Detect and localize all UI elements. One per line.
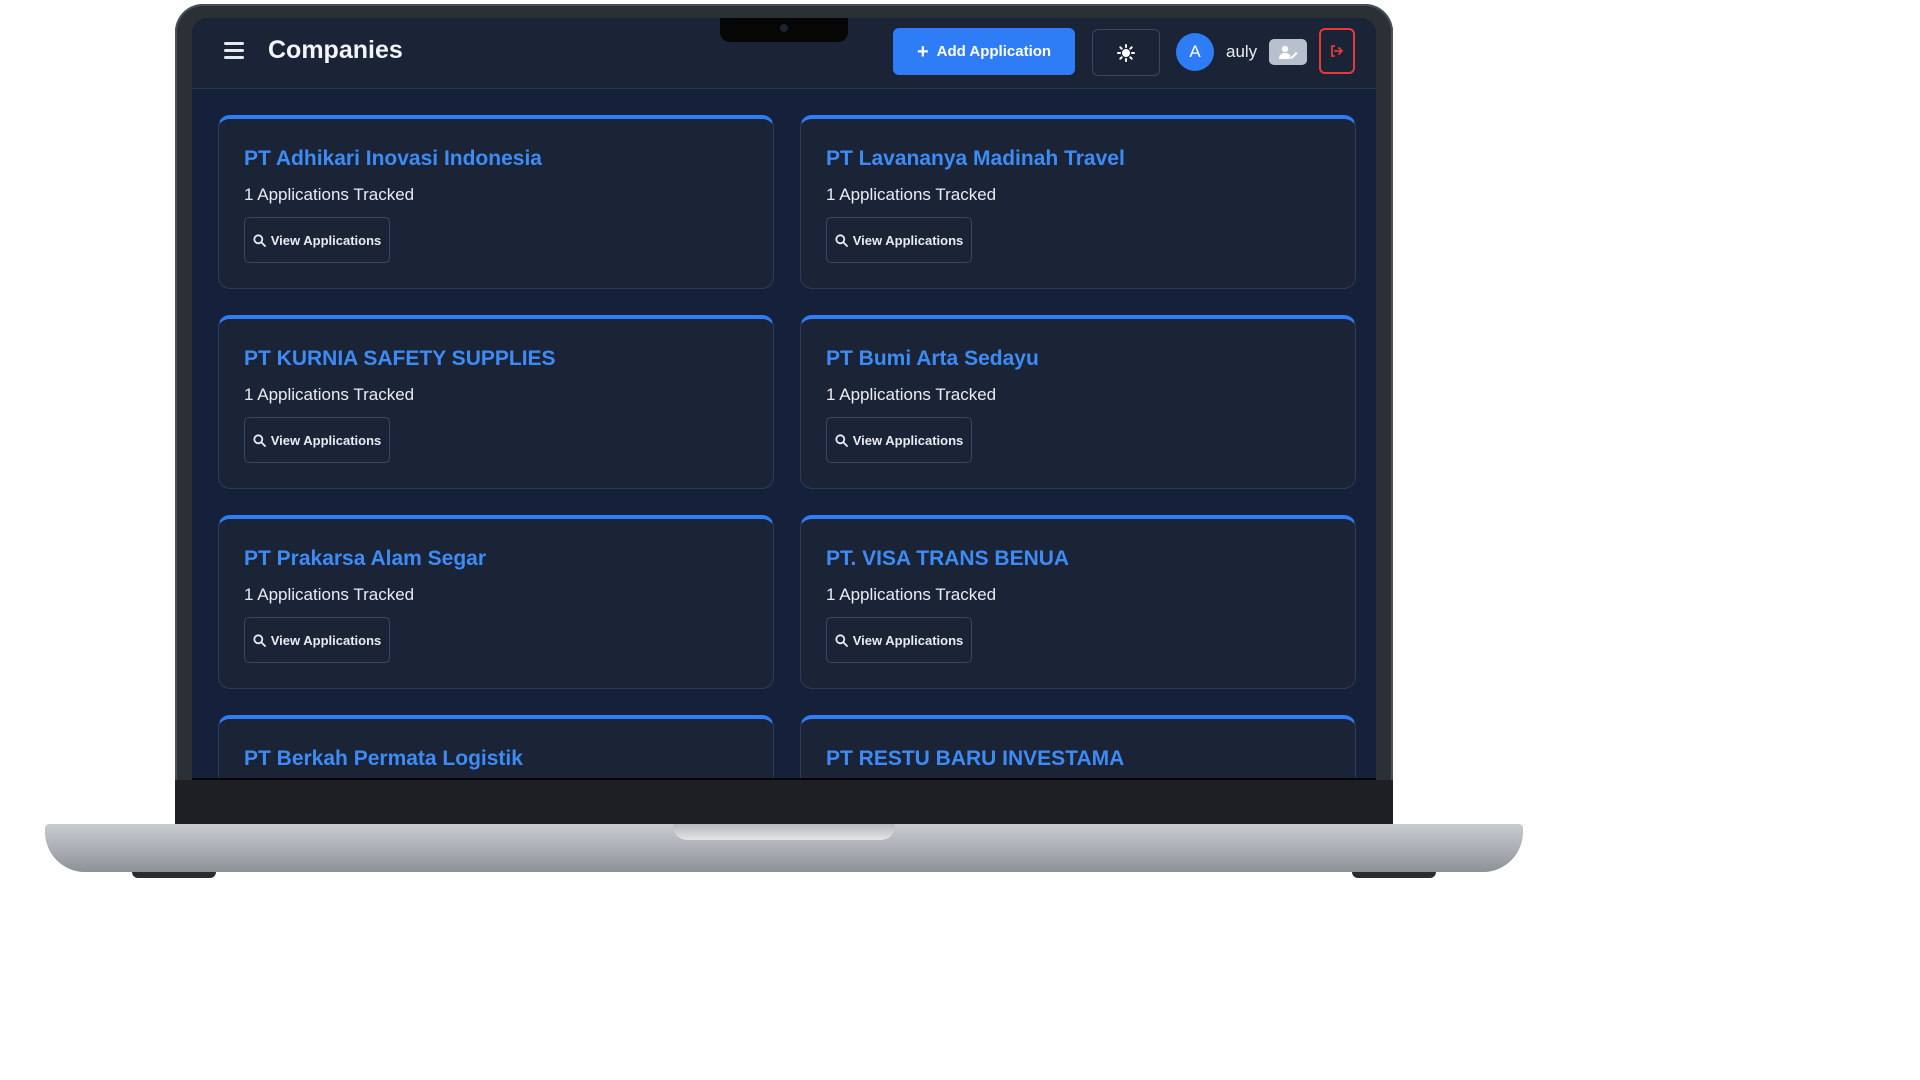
view-applications-label: View Applications	[270, 432, 382, 448]
hamburger-menu-icon[interactable]	[224, 42, 244, 60]
camera-notch	[720, 18, 848, 42]
laptop-base-notch	[673, 824, 895, 840]
view-applications-label: View Applications	[270, 632, 382, 648]
laptop-foot-left	[132, 872, 216, 878]
logout-button[interactable]	[1319, 28, 1355, 74]
add-application-button[interactable]: + Add Application	[893, 28, 1075, 75]
applications-count: 1 Applications Tracked	[244, 585, 415, 604]
view-applications-label: View Applications	[852, 632, 964, 648]
view-applications-button[interactable]: View Applications	[826, 617, 972, 663]
company-card: PT Adhikari Inovasi Indonesia 1 Applicat…	[218, 115, 774, 289]
avatar[interactable]: A	[1176, 33, 1214, 71]
company-name[interactable]: PT RESTU BARU INVESTAMA	[826, 747, 1124, 771]
view-applications-button[interactable]: View Applications	[826, 417, 972, 463]
company-card: PT RESTU BARU INVESTAMA	[800, 715, 1356, 778]
view-applications-label: View Applications	[852, 432, 964, 448]
camera-icon	[780, 24, 788, 32]
company-card: PT Bumi Arta Sedayu 1 Applications Track…	[800, 315, 1356, 489]
search-icon	[835, 233, 848, 247]
user-edit-icon	[1279, 45, 1298, 59]
search-icon	[835, 633, 848, 647]
company-name[interactable]: PT. VISA TRANS BENUA	[826, 547, 1069, 571]
page-title: Companies	[268, 36, 403, 64]
search-icon	[253, 233, 266, 247]
add-application-label: Add Application	[936, 43, 1052, 60]
laptop-hinge	[175, 780, 1393, 826]
view-applications-label: View Applications	[270, 232, 382, 248]
view-applications-button[interactable]: View Applications	[244, 617, 390, 663]
company-card: PT Lavananya Madinah Travel 1 Applicatio…	[800, 115, 1356, 289]
view-applications-button[interactable]: View Applications	[244, 417, 390, 463]
applications-count: 1 Applications Tracked	[826, 185, 997, 204]
sun-icon	[1117, 43, 1135, 62]
company-name[interactable]: PT Lavananya Madinah Travel	[826, 147, 1125, 171]
search-icon	[253, 433, 266, 447]
company-name[interactable]: PT Berkah Permata Logistik	[244, 747, 523, 771]
plus-icon: +	[916, 40, 929, 63]
applications-count: 1 Applications Tracked	[244, 185, 415, 204]
logout-icon	[1331, 45, 1343, 57]
laptop-foot-right	[1352, 872, 1436, 878]
search-icon	[835, 433, 848, 447]
view-applications-button[interactable]: View Applications	[826, 217, 972, 263]
username: auly	[1226, 42, 1258, 61]
applications-count: 1 Applications Tracked	[826, 585, 997, 604]
company-card: PT. VISA TRANS BENUA 1 Applications Trac…	[800, 515, 1356, 689]
company-card: PT Prakarsa Alam Segar 1 Applications Tr…	[218, 515, 774, 689]
edit-profile-button[interactable]	[1269, 39, 1307, 65]
company-name[interactable]: PT Prakarsa Alam Segar	[244, 547, 486, 571]
view-applications-label: View Applications	[852, 232, 964, 248]
company-name[interactable]: PT Adhikari Inovasi Indonesia	[244, 147, 542, 171]
app-screen: Companies + Add Application A auly PT Ad…	[192, 18, 1376, 778]
view-applications-button[interactable]: View Applications	[244, 217, 390, 263]
applications-count: 1 Applications Tracked	[826, 385, 997, 404]
applications-count: 1 Applications Tracked	[244, 385, 415, 404]
company-card: PT KURNIA SAFETY SUPPLIES 1 Applications…	[218, 315, 774, 489]
search-icon	[253, 633, 266, 647]
company-card: PT Berkah Permata Logistik	[218, 715, 774, 778]
company-name[interactable]: PT Bumi Arta Sedayu	[826, 347, 1039, 371]
theme-toggle-button[interactable]	[1092, 29, 1160, 76]
company-name[interactable]: PT KURNIA SAFETY SUPPLIES	[244, 347, 556, 371]
